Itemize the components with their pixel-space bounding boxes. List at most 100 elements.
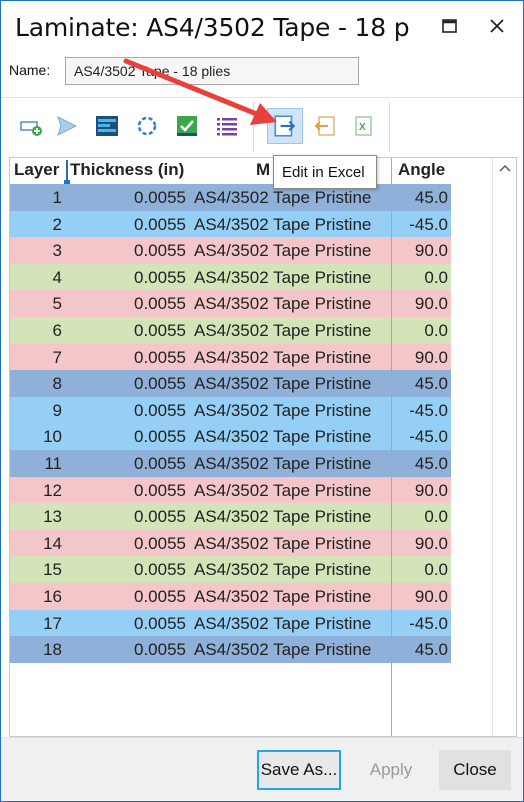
cell-material[interactable]: AS4/3502 Tape Pristine [194, 215, 390, 235]
table-row[interactable]: 12 0.0055 AS4/3502 Tape Pristine 90.0 [10, 476, 451, 504]
cell-layer[interactable]: 5 [10, 294, 62, 314]
import-button[interactable] [309, 110, 341, 142]
cell-material[interactable]: AS4/3502 Tape Pristine [194, 294, 390, 314]
chevron-up-icon[interactable] [499, 164, 511, 172]
cell-material[interactable]: AS4/3502 Tape Pristine [194, 374, 390, 394]
cell-thickness[interactable]: 0.0055 [70, 481, 186, 501]
cell-layer[interactable]: 8 [10, 374, 62, 394]
layer-stack-button[interactable] [91, 110, 123, 142]
cell-layer[interactable]: 17 [10, 614, 62, 634]
cell-layer[interactable]: 12 [10, 481, 62, 501]
edit-in-excel-button[interactable] [267, 108, 303, 144]
maximize-button[interactable] [431, 11, 467, 43]
table-row[interactable]: 5 0.0055 AS4/3502 Tape Pristine 90.0 [10, 290, 451, 317]
cell-thickness[interactable]: 0.0055 [70, 454, 186, 474]
excel-button[interactable]: X [347, 110, 379, 142]
cell-material[interactable]: AS4/3502 Tape Pristine [194, 587, 390, 607]
name-input[interactable] [65, 57, 359, 85]
table-row[interactable]: 18 0.0055 AS4/3502 Tape Pristine 45.0 [10, 636, 451, 663]
cell-layer[interactable]: 15 [10, 560, 62, 580]
cell-material[interactable]: AS4/3502 Tape Pristine [194, 640, 390, 660]
cell-angle[interactable]: 0.0 [392, 268, 448, 288]
cell-thickness[interactable]: 0.0055 [70, 401, 186, 421]
validate-button[interactable] [171, 110, 203, 142]
cell-angle[interactable]: 90.0 [392, 534, 448, 554]
cell-thickness[interactable]: 0.0055 [70, 294, 186, 314]
cell-angle[interactable]: 0.0 [392, 507, 448, 527]
cell-angle[interactable]: -45.0 [392, 401, 448, 421]
cell-layer[interactable]: 7 [10, 348, 62, 368]
cell-material[interactable]: AS4/3502 Tape Pristine [194, 481, 390, 501]
cell-angle[interactable]: 0.0 [392, 560, 448, 580]
table-row[interactable]: 1 0.0055 AS4/3502 Tape Pristine 45.0 [10, 184, 451, 211]
cell-material[interactable]: AS4/3502 Tape Pristine [194, 241, 390, 261]
column-resize-handle[interactable] [66, 160, 68, 182]
cell-layer[interactable]: 1 [10, 188, 62, 208]
cell-angle[interactable]: -45.0 [392, 427, 448, 447]
cell-angle[interactable]: 90.0 [392, 294, 448, 314]
cell-layer[interactable]: 10 [10, 427, 62, 447]
table-row[interactable]: 10 0.0055 AS4/3502 Tape Pristine -45.0 [10, 423, 451, 450]
cell-material[interactable]: AS4/3502 Tape Pristine [194, 507, 390, 527]
cell-thickness[interactable]: 0.0055 [70, 614, 186, 634]
table-row[interactable]: 4 0.0055 AS4/3502 Tape Pristine 0.0 [10, 263, 451, 291]
table-row[interactable]: 7 0.0055 AS4/3502 Tape Pristine 90.0 [10, 343, 451, 371]
list-button[interactable] [211, 110, 243, 142]
cell-thickness[interactable]: 0.0055 [70, 560, 186, 580]
cell-layer[interactable]: 13 [10, 507, 62, 527]
cell-layer[interactable]: 6 [10, 321, 62, 341]
cell-thickness[interactable]: 0.0055 [70, 427, 186, 447]
column-header-angle[interactable]: Angle [398, 160, 445, 180]
cell-thickness[interactable]: 0.0055 [70, 215, 186, 235]
cell-layer[interactable]: 16 [10, 587, 62, 607]
cell-angle[interactable]: 45.0 [392, 454, 448, 474]
cell-thickness[interactable]: 0.0055 [70, 507, 186, 527]
table-row[interactable]: 14 0.0055 AS4/3502 Tape Pristine 90.0 [10, 529, 451, 557]
cell-layer[interactable]: 9 [10, 401, 62, 421]
table-row[interactable]: 16 0.0055 AS4/3502 Tape Pristine 90.0 [10, 583, 451, 610]
table-row[interactable]: 13 0.0055 AS4/3502 Tape Pristine 0.0 [10, 503, 451, 530]
cell-thickness[interactable]: 0.0055 [70, 587, 186, 607]
cell-thickness[interactable]: 0.0055 [70, 534, 186, 554]
column-header-layer[interactable]: Layer [14, 160, 59, 180]
cell-material[interactable]: AS4/3502 Tape Pristine [194, 188, 390, 208]
cell-angle[interactable]: 90.0 [392, 348, 448, 368]
cell-layer[interactable]: 18 [10, 640, 62, 660]
column-header-thickness[interactable]: Thickness (in) [70, 160, 184, 180]
cell-thickness[interactable]: 0.0055 [70, 241, 186, 261]
save-as-button[interactable]: Save As... [257, 750, 341, 790]
column-header-material[interactable]: M [256, 160, 270, 180]
apply-button[interactable]: Apply [351, 750, 431, 790]
cell-thickness[interactable]: 0.0055 [70, 348, 186, 368]
cell-layer[interactable]: 14 [10, 534, 62, 554]
close-window-button[interactable] [479, 11, 515, 43]
cell-angle[interactable]: 90.0 [392, 241, 448, 261]
table-row[interactable]: 2 0.0055 AS4/3502 Tape Pristine -45.0 [10, 210, 451, 238]
cell-material[interactable]: AS4/3502 Tape Pristine [194, 534, 390, 554]
cell-angle[interactable]: -45.0 [392, 614, 448, 634]
table-row[interactable]: 8 0.0055 AS4/3502 Tape Pristine 45.0 [10, 370, 451, 397]
cell-thickness[interactable]: 0.0055 [70, 321, 186, 341]
cell-thickness[interactable]: 0.0055 [70, 640, 186, 660]
cell-material[interactable]: AS4/3502 Tape Pristine [194, 321, 390, 341]
add-layer-button[interactable] [15, 110, 47, 142]
cell-thickness[interactable]: 0.0055 [70, 374, 186, 394]
table-row[interactable]: 11 0.0055 AS4/3502 Tape Pristine 45.0 [10, 450, 451, 477]
cell-angle[interactable]: -45.0 [392, 215, 448, 235]
cell-layer[interactable]: 3 [10, 241, 62, 261]
cell-angle[interactable]: 90.0 [392, 587, 448, 607]
cell-angle[interactable]: 45.0 [392, 374, 448, 394]
table-row[interactable]: 9 0.0055 AS4/3502 Tape Pristine -45.0 [10, 396, 451, 424]
vertical-scrollbar[interactable] [492, 158, 516, 736]
cell-material[interactable]: AS4/3502 Tape Pristine [194, 348, 390, 368]
cell-layer[interactable]: 4 [10, 268, 62, 288]
table-row[interactable]: 6 0.0055 AS4/3502 Tape Pristine 0.0 [10, 317, 451, 344]
cell-material[interactable]: AS4/3502 Tape Pristine [194, 454, 390, 474]
close-button[interactable]: Close [439, 750, 511, 790]
cell-layer[interactable]: 11 [10, 454, 62, 474]
cell-material[interactable]: AS4/3502 Tape Pristine [194, 268, 390, 288]
cell-material[interactable]: AS4/3502 Tape Pristine [194, 614, 390, 634]
send-button[interactable] [51, 110, 83, 142]
cell-material[interactable]: AS4/3502 Tape Pristine [194, 401, 390, 421]
cell-thickness[interactable]: 0.0055 [70, 188, 186, 208]
